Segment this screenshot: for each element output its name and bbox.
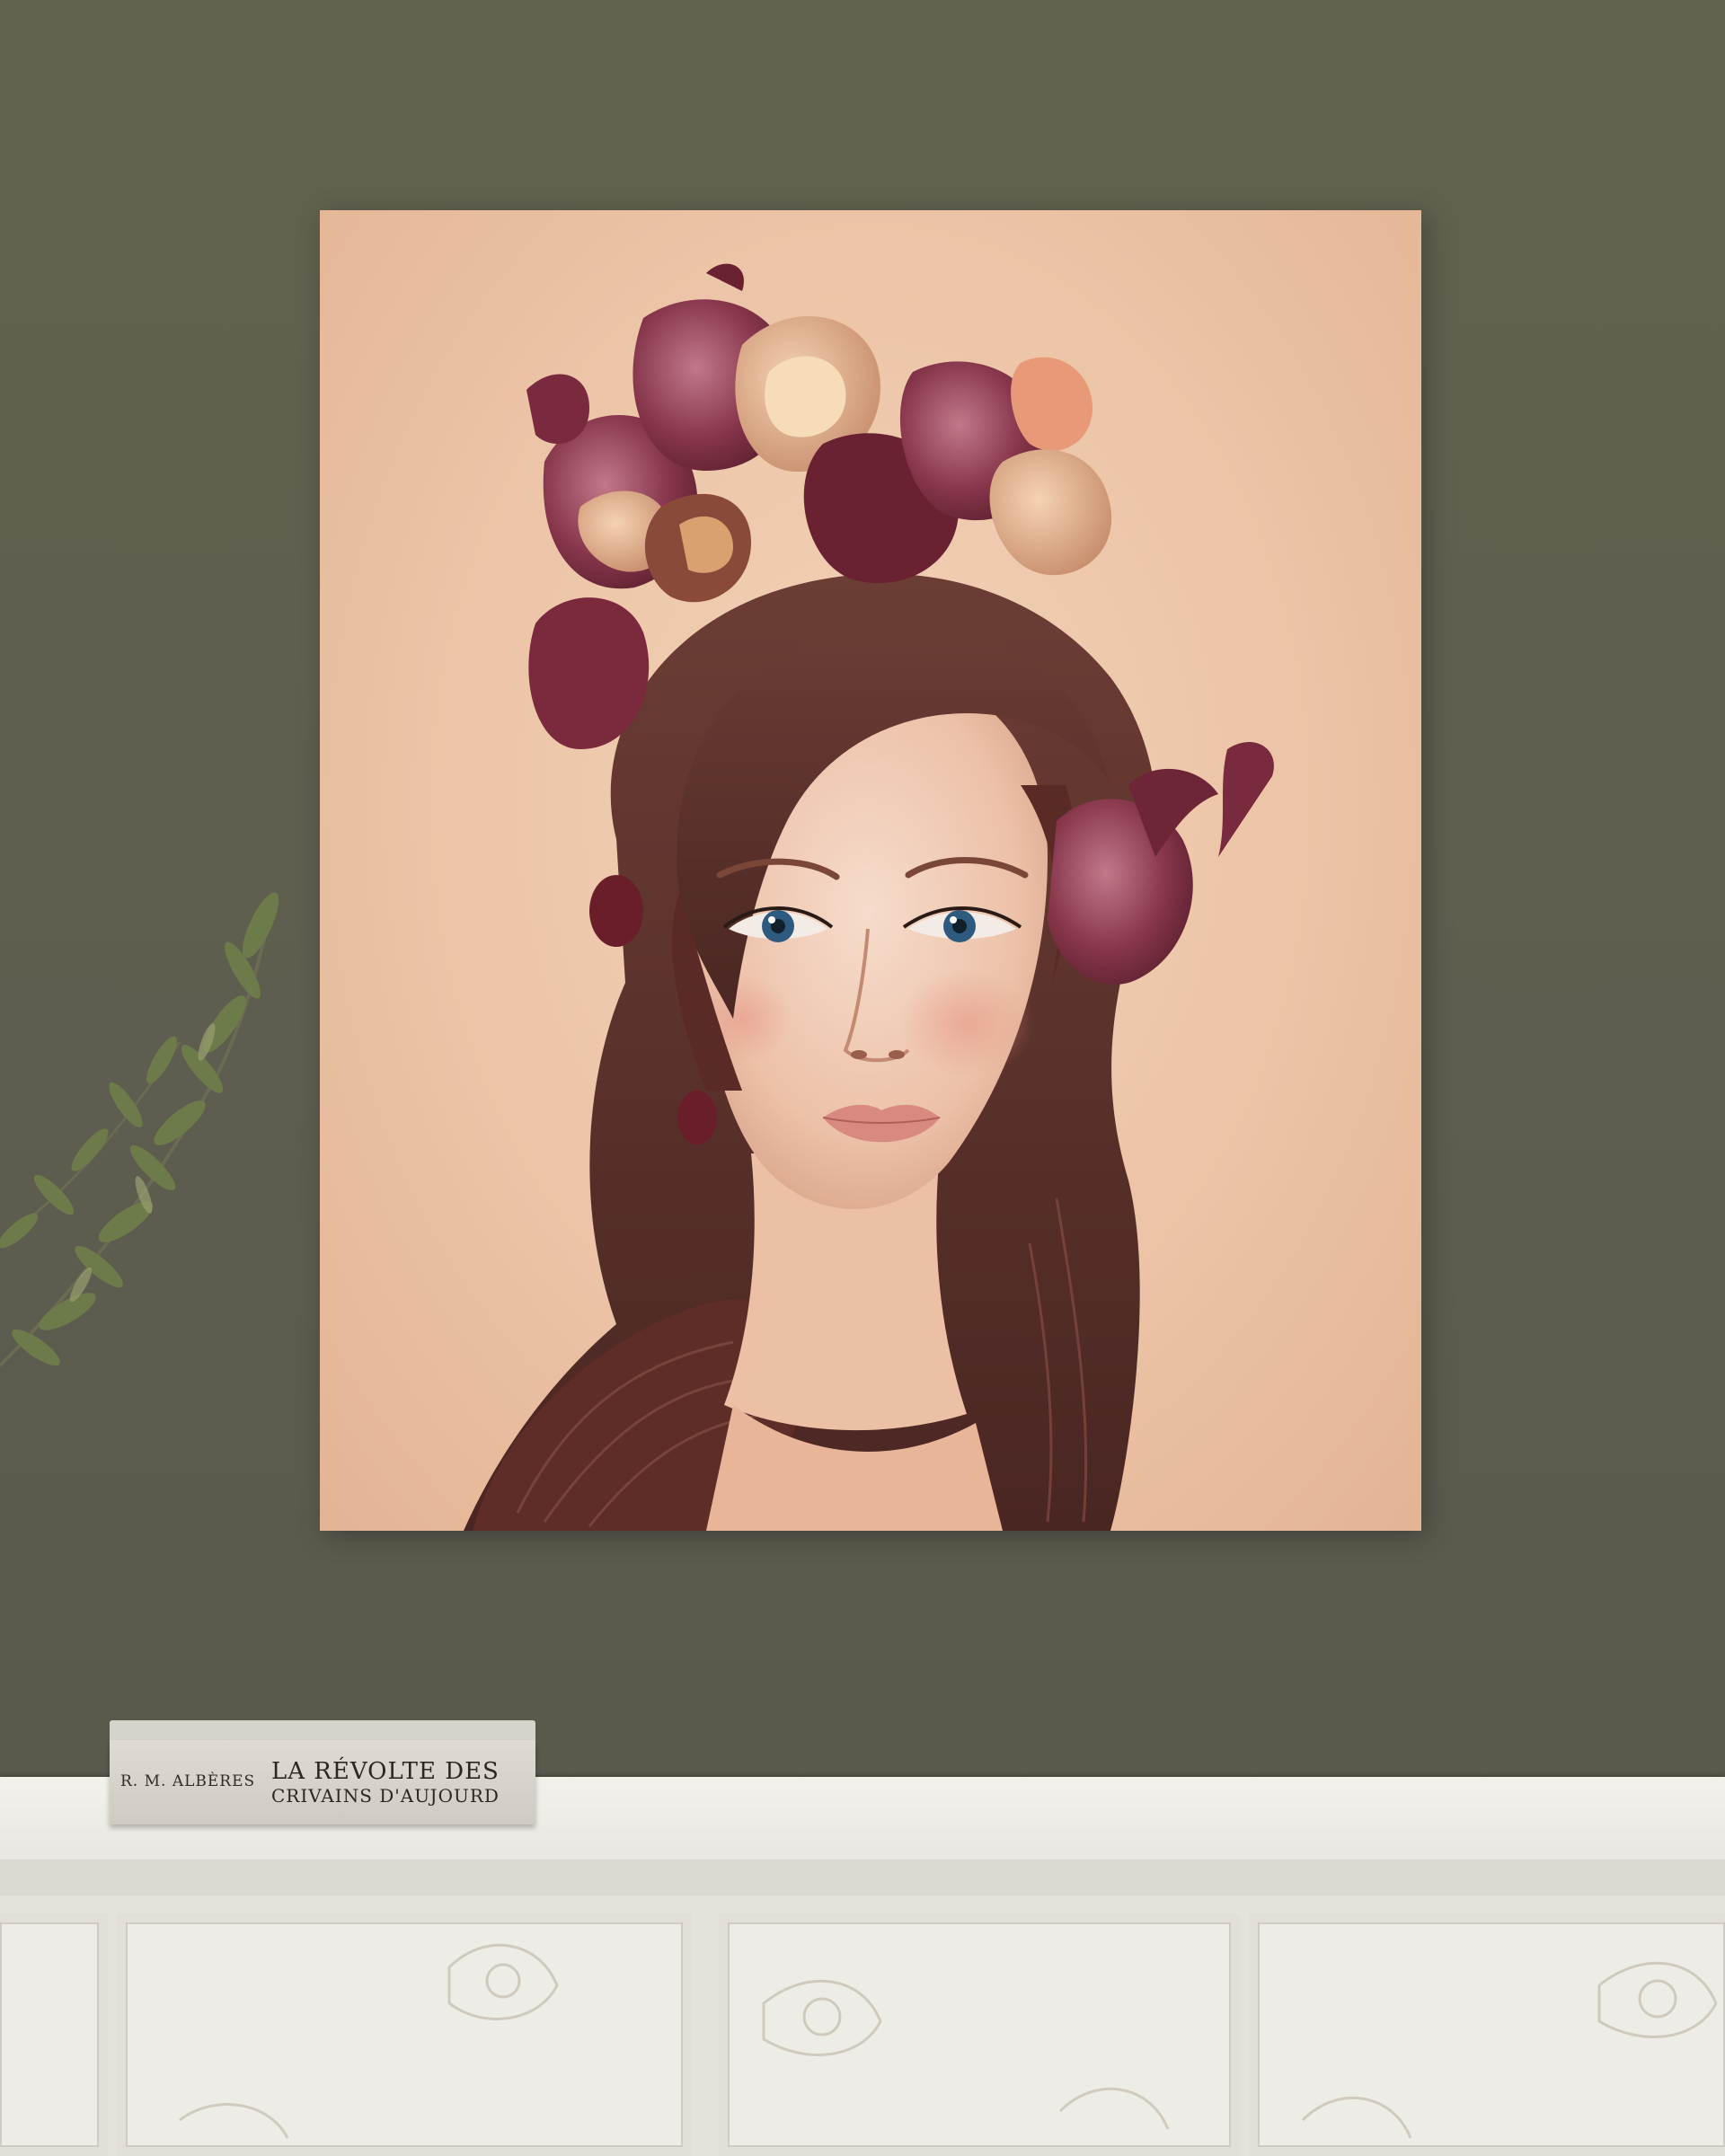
- door-carvings: [179, 1943, 1718, 2139]
- painting-canvas: [320, 210, 1421, 1531]
- book-title-line1: LA RÉVOLTE DES: [271, 1758, 500, 1785]
- book-title-line2: CRIVAINS D'AUJOURD: [271, 1785, 500, 1807]
- portrait-illustration: [464, 263, 1274, 1531]
- book-author: R. M. ALBÈRES: [120, 1772, 256, 1790]
- olive-branch: [0, 892, 279, 1367]
- book: R. M. ALBÈRES LA RÉVOLTE DES CRIVAINS D'…: [110, 1720, 535, 1825]
- sideboard-lip: [0, 1860, 1725, 1895]
